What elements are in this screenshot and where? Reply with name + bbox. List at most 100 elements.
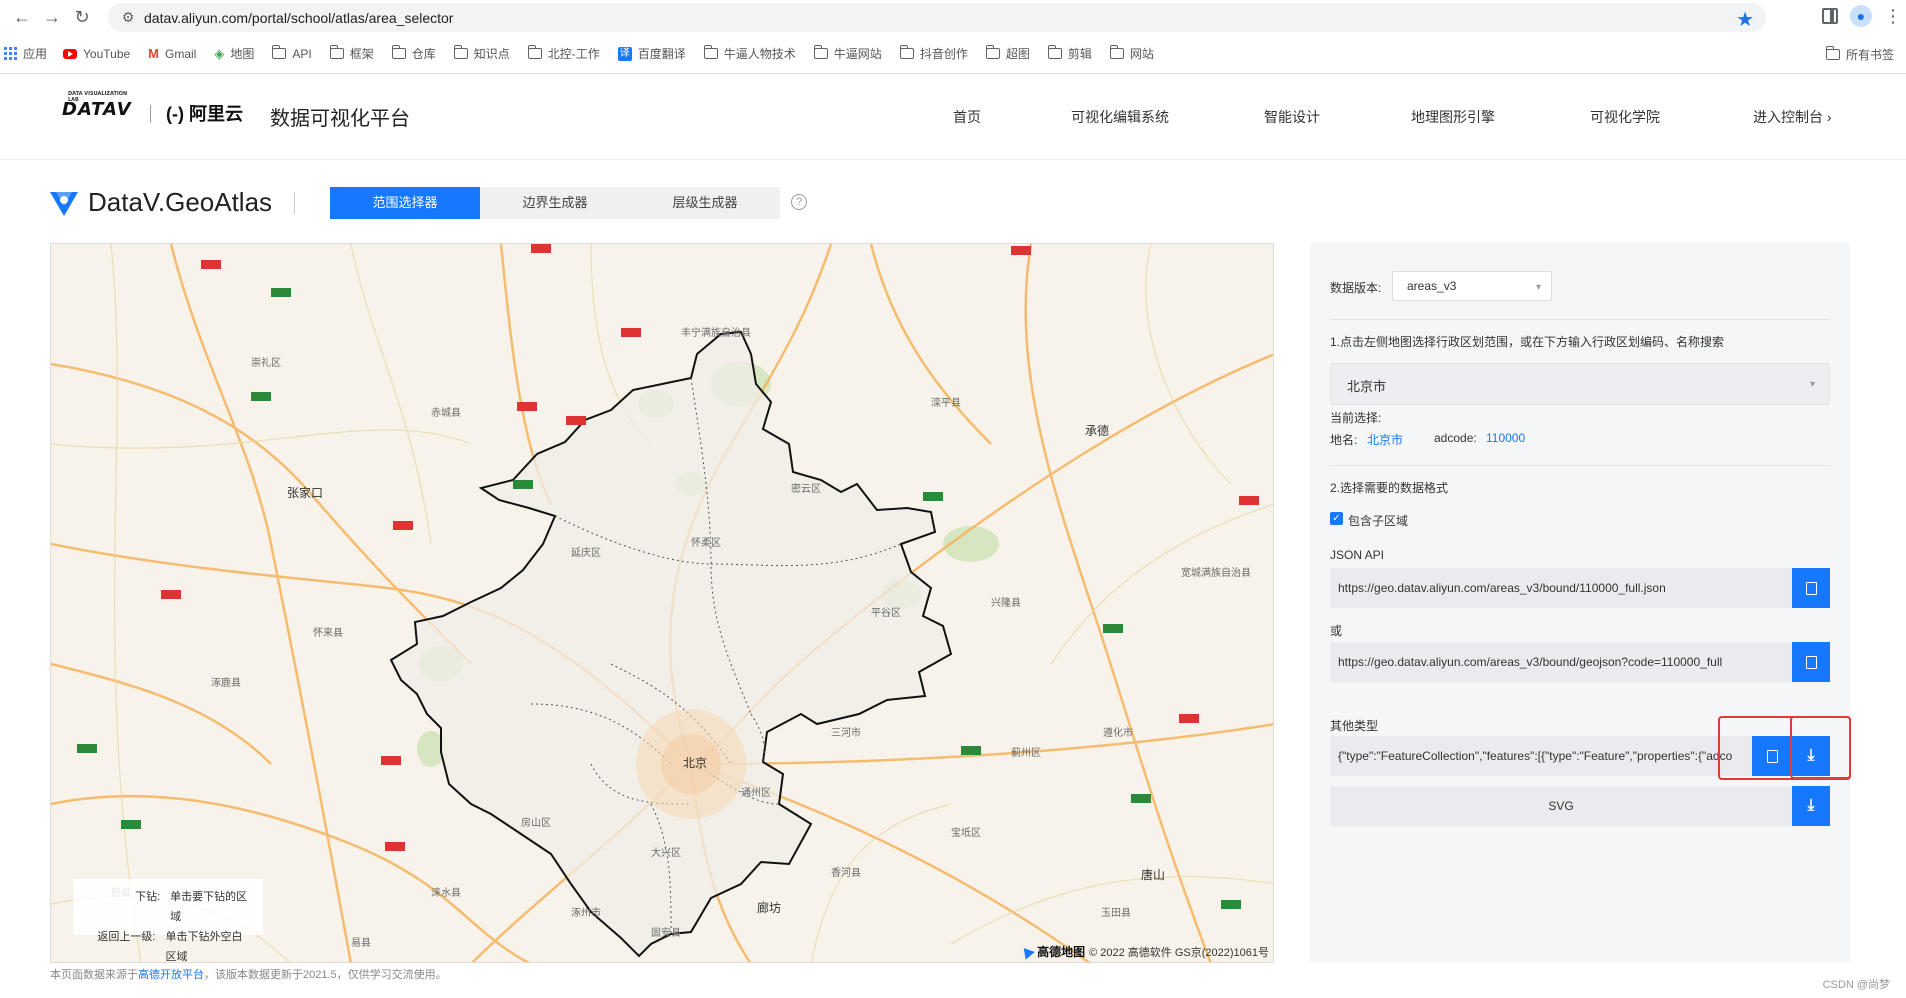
bookmark-youtube[interactable]: YouTube	[63, 42, 130, 66]
bookmark-map[interactable]: ◈ 地图	[214, 42, 254, 66]
bookmark-folder[interactable]: 抖音创作	[899, 42, 968, 66]
youtube-icon	[63, 48, 78, 59]
bookmark-folder[interactable]: 北控-工作	[527, 42, 600, 66]
gmail-icon: M	[148, 46, 160, 61]
bookmarks-bar: 应用 YouTube M Gmail ◈ 地图 API 框架 仓库 知识点 北控…	[0, 34, 1906, 74]
area-value: 北京市	[1347, 379, 1387, 394]
copy-json-api-button[interactable]	[1792, 568, 1830, 608]
step2-instruction: 2.选择需要的数据格式	[1330, 481, 1449, 495]
nav-editor[interactable]: 可视化编辑系统	[1071, 107, 1169, 127]
nav-home[interactable]: 首页	[953, 107, 981, 127]
map-pin-icon: ◈	[214, 45, 225, 61]
side-panel-icon[interactable]	[1822, 8, 1838, 24]
apps-grid-icon	[4, 47, 17, 60]
folder-icon	[985, 45, 1000, 59]
aliyun-logo[interactable]: (-) 阿里云	[166, 100, 243, 126]
name-value[interactable]: 北京市	[1367, 431, 1403, 448]
map-help-panel: 下钻: 单击要下钻的区域 返回上一级: 单击下钻外空白区域	[73, 879, 263, 962]
address-bar[interactable]: ⚙ datav.aliyun.com/portal/school/atlas/a…	[108, 3, 1766, 32]
bookmark-label: 框架	[349, 47, 374, 61]
help-icon[interactable]: ?	[791, 194, 807, 210]
tab-level-generator[interactable]: 层级生成器	[630, 187, 780, 219]
include-subregions-checkbox[interactable]: ✓	[1330, 512, 1343, 525]
beijing-boundary[interactable]	[389, 330, 953, 958]
bookmark-label: 牛逼人物技术	[723, 47, 796, 61]
site-info-icon[interactable]: ⚙	[114, 9, 142, 26]
geojson-url-field[interactable]: https://geo.datav.aliyun.com/areas_v3/bo…	[1330, 642, 1792, 682]
folder-icon	[899, 45, 914, 59]
adcode-value[interactable]: 110000	[1486, 431, 1525, 445]
bookmark-folder[interactable]: 牛逼人物技术	[703, 42, 796, 66]
nav-academy[interactable]: 可视化学院	[1590, 107, 1660, 127]
folder-icon	[527, 45, 542, 59]
nav-console[interactable]: 进入控制台 ›	[1753, 107, 1832, 127]
forward-icon[interactable]: →	[38, 3, 66, 31]
back-icon[interactable]: ←	[8, 3, 36, 31]
all-bookmarks[interactable]: 所有书签	[1825, 42, 1894, 66]
bookmark-folder[interactable]: API	[272, 42, 312, 66]
copy-geojson-url-button[interactable]	[1792, 642, 1830, 682]
bookmark-folder[interactable]: 仓库	[391, 42, 436, 66]
bookmark-star-icon[interactable]: ★	[1736, 7, 1754, 32]
map-label: 香河县	[831, 868, 861, 879]
logo-divider	[150, 105, 151, 123]
area-search-select[interactable]: 北京市 ▾	[1330, 363, 1830, 405]
reload-icon[interactable]: ↻	[68, 3, 96, 31]
include-subregions-label[interactable]: 包含子区域	[1348, 512, 1408, 529]
map-label-city: 廊坊	[757, 901, 782, 915]
geojson-text-field[interactable]: {"type":"FeatureCollection","features":[…	[1330, 736, 1752, 776]
site-header: DATA VISUALIZATION LAB DATAV (-) 阿里云 数据可…	[0, 75, 1906, 160]
bookmark-label: 仓库	[411, 47, 436, 61]
url-text[interactable]: datav.aliyun.com/portal/school/atlas/are…	[144, 10, 453, 26]
bookmark-apps[interactable]: 应用	[4, 42, 47, 66]
help-row-back: 返回上一级: 单击下钻外空白区域	[83, 927, 253, 962]
bookmark-folder[interactable]: 牛逼网站	[813, 42, 882, 66]
bookmark-label: 网站	[1129, 47, 1154, 61]
download-svg-button[interactable]: ⤓	[1792, 786, 1830, 826]
nav-smart-design[interactable]: 智能设计	[1264, 107, 1320, 127]
bookmark-folder[interactable]: 框架	[329, 42, 374, 66]
map-label: 平谷区	[871, 608, 901, 619]
copy-icon	[1801, 655, 1817, 675]
map-label: 涿州市	[571, 908, 601, 919]
map-label: 宽城满族自治县	[1181, 568, 1251, 579]
bookmark-gmail[interactable]: M Gmail	[148, 42, 196, 66]
folder-icon	[329, 45, 344, 59]
map-canvas[interactable]: 张家口 承德 北京 廊坊 唐山 怀来县 延庆区 怀柔区 密云区 平谷区 三河市 …	[50, 243, 1274, 963]
bookmark-folder[interactable]: 知识点	[453, 42, 510, 66]
nav-geo-engine[interactable]: 地理图形引擎	[1411, 107, 1495, 127]
tool-tabs: 范围选择器 边界生成器 层级生成器	[330, 187, 780, 219]
bookmark-folder[interactable]: 超图	[985, 42, 1030, 66]
help-key: 返回上一级:	[97, 931, 156, 943]
menu-kebab-icon[interactable]: ⋮	[1884, 6, 1902, 27]
map-label: 密云区	[791, 484, 821, 495]
map-attribution: 高德地图 © 2022 高德软件 GS京(2022)1061号	[1019, 943, 1269, 960]
tab-range-selector[interactable]: 范围选择器	[330, 187, 480, 219]
version-value: areas_v3	[1407, 279, 1457, 293]
bookmark-folder[interactable]: 网站	[1109, 42, 1154, 66]
json-api-url-field[interactable]: https://geo.datav.aliyun.com/areas_v3/bo…	[1330, 568, 1792, 608]
bookmark-label: 北控-工作	[547, 47, 600, 61]
datav-logo[interactable]: DATA VISUALIZATION LAB DATAV	[62, 91, 132, 120]
bookmark-label: API	[292, 46, 312, 61]
annotation-highlight-inner	[1790, 716, 1851, 779]
bookmark-label: 地图	[230, 47, 255, 61]
amap-platform-link[interactable]: 高德开放平台	[138, 969, 204, 981]
tab-boundary-generator[interactable]: 边界生成器	[480, 187, 630, 219]
map-label: 三河市	[831, 728, 861, 739]
bookmark-folder[interactable]: 剪辑	[1047, 42, 1092, 66]
bookmark-label: 百度翻译	[637, 47, 686, 61]
profile-icon[interactable]: ●	[1850, 5, 1872, 27]
bookmark-translate[interactable]: 译百度翻译	[617, 42, 686, 66]
svg-download-field[interactable]: SVG	[1330, 786, 1792, 826]
download-icon: ⤓	[1807, 797, 1815, 814]
other-types-label: 其他类型	[1330, 719, 1379, 733]
version-select[interactable]: areas_v3 ▾	[1392, 271, 1552, 301]
amap-logo[interactable]: 高德地图	[1037, 943, 1085, 960]
map-label: 怀来县	[313, 628, 343, 639]
datav-logo-subtitle: DATA VISUALIZATION LAB	[68, 91, 128, 103]
bookmark-label: YouTube	[83, 46, 131, 61]
map-label: 滦平县	[931, 398, 961, 409]
browser-toolbar: ← → ↻ ⚙ datav.aliyun.com/portal/school/a…	[0, 0, 1906, 34]
chevron-down-icon: ▾	[1809, 379, 1815, 390]
